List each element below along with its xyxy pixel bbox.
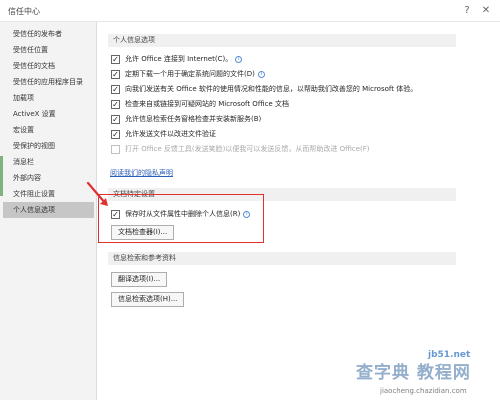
option-label: 检查来自或链接到可疑网站的 Microsoft Office 文档 [125,100,289,108]
sidebar-item-trusted-publishers[interactable]: 受信任的发布者 [3,26,94,42]
option-label: 允许信息检索任务窗格检查并安装新服务(B) [125,115,262,123]
checkbox [111,145,120,154]
sidebar-item-add-ins[interactable]: 加载项 [3,90,94,106]
info-icon[interactable]: i [243,210,251,218]
document-inspector-button[interactable]: 文档检查器(I)... [111,225,175,240]
sidebar-item-file-block-settings[interactable]: 文件阻止设置 [3,186,94,202]
checkbox[interactable]: ✓ [111,100,120,109]
option-label: 定期下载一个用于确定系统问题的文件(D) [125,70,255,78]
help-icon[interactable]: ? [460,4,474,18]
close-icon[interactable]: ✕ [479,4,493,18]
option-label: 允许发送文件以改进文件验证 [125,130,216,138]
option-label: 保存时从文件属性中删除个人信息(R) [125,210,241,218]
checkbox[interactable]: ✓ [111,55,120,64]
research-options-button[interactable]: 信息检索选项(H)... [111,292,185,307]
sidebar-item-activex-settings[interactable]: ActiveX 设置 [3,106,94,122]
info-icon[interactable]: i [257,70,265,78]
sidebar-item-trusted-documents[interactable]: 受信任的文档 [3,58,94,74]
checkbox[interactable]: ✓ [111,210,120,219]
option-label: 打开 Office 反馈工具(发送笑脸)以便我可以发送反馈，从而帮助改进 Off… [125,145,370,153]
window-title: 信任中心 [8,7,40,16]
sidebar-item-trusted-locations[interactable]: 受信任位置 [3,42,94,58]
checkbox[interactable]: ✓ [111,85,120,94]
sidebar: 受信任的发布者 受信任位置 受信任的文档 受信任的应用程序目录 加载项 Acti… [0,22,97,400]
sidebar-item-external-content[interactable]: 外部内容 [3,170,94,186]
sidebar-item-protected-view[interactable]: 受保护的视图 [3,138,94,154]
checkbox[interactable]: ✓ [111,130,120,139]
title-bar: 信任中心 ? ✕ [0,0,500,22]
sidebar-item-message-bar[interactable]: 消息栏 [3,154,94,170]
option-label: 向我们发送有关 Office 软件的使用情况和性能的信息，以帮助我们改善您的 M… [125,85,418,93]
checkbox[interactable]: ✓ [111,70,120,79]
sidebar-item-privacy-options[interactable]: 个人信息选项 [3,202,94,218]
section-header-privacy-options: 个人信息选项 [108,34,456,47]
checkbox[interactable]: ✓ [111,115,120,124]
sidebar-item-macro-settings[interactable]: 宏设置 [3,122,94,138]
option-label: 允许 Office 连接到 Internet(C)。 [125,55,233,63]
translation-options-button[interactable]: 翻译选项(I)... [111,272,168,287]
section-header-research: 信息检索和参考资料 [108,252,456,265]
info-icon[interactable]: i [235,55,243,63]
sidebar-item-trusted-app-catalogs[interactable]: 受信任的应用程序目录 [3,74,94,90]
privacy-statement-link[interactable]: 阅读我们的隐私声明 [110,168,173,178]
main-panel: 个人信息选项 ✓ 允许 Office 连接到 Internet(C)。 i ✓ 定… [98,22,500,400]
